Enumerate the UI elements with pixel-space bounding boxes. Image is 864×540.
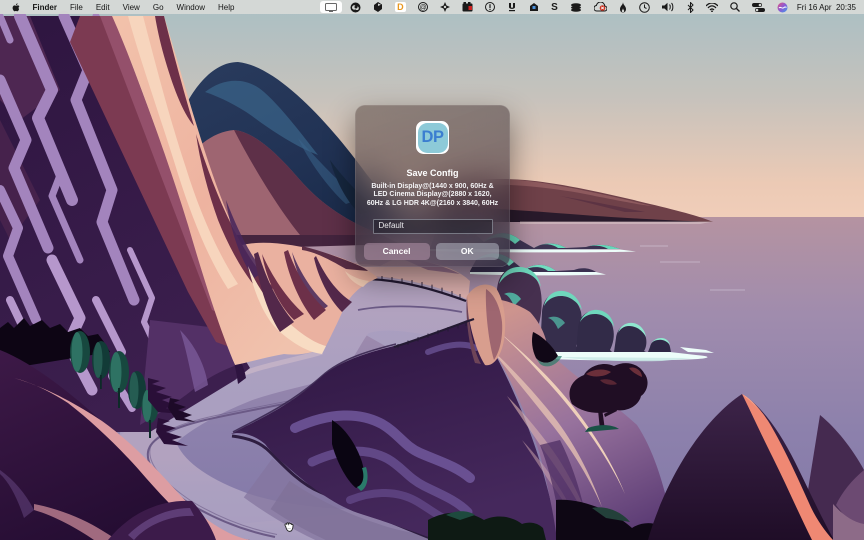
svg-text:@: @ [420,5,427,12]
